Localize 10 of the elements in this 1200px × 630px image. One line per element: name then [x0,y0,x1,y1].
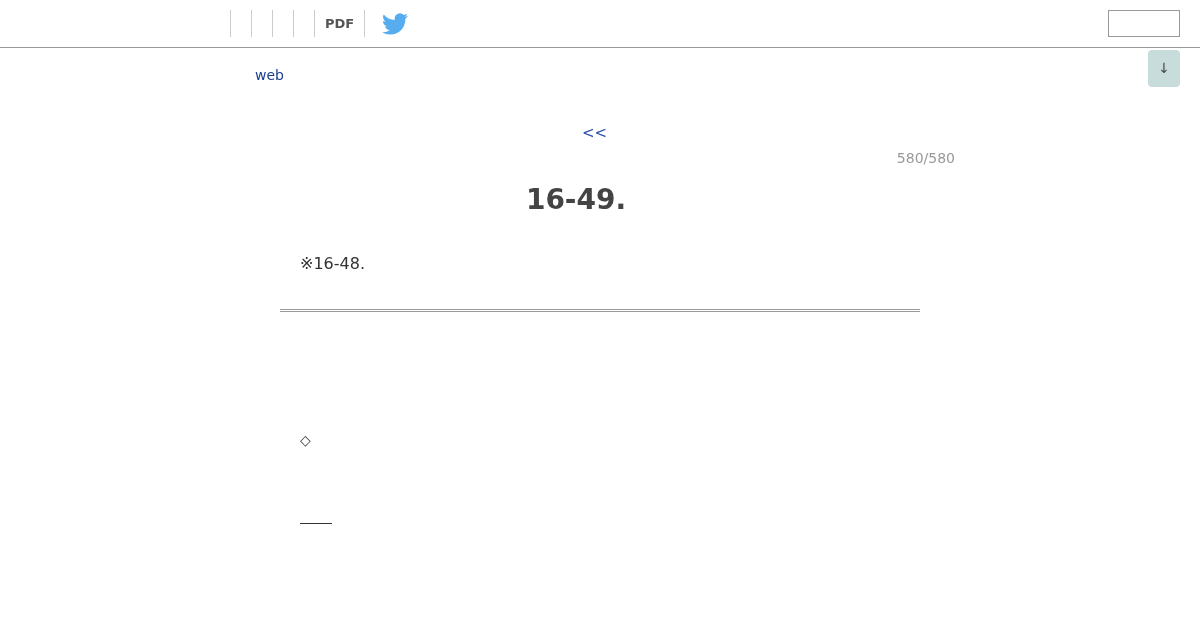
scroll-down-button[interactable]: ↓ [1148,50,1180,87]
note-text: ※16-48. [300,253,365,275]
previous-link[interactable]: << [582,124,608,142]
diamond-text: ◇ [300,431,311,450]
pdf-link[interactable]: PDF [325,17,355,30]
search-field[interactable] [1108,10,1180,37]
bird-icon[interactable] [382,12,409,35]
page-counter: 580/580 [896,149,955,168]
breadcrumb-link[interactable]: web [255,67,284,83]
page-title: 16-49. [525,182,627,218]
